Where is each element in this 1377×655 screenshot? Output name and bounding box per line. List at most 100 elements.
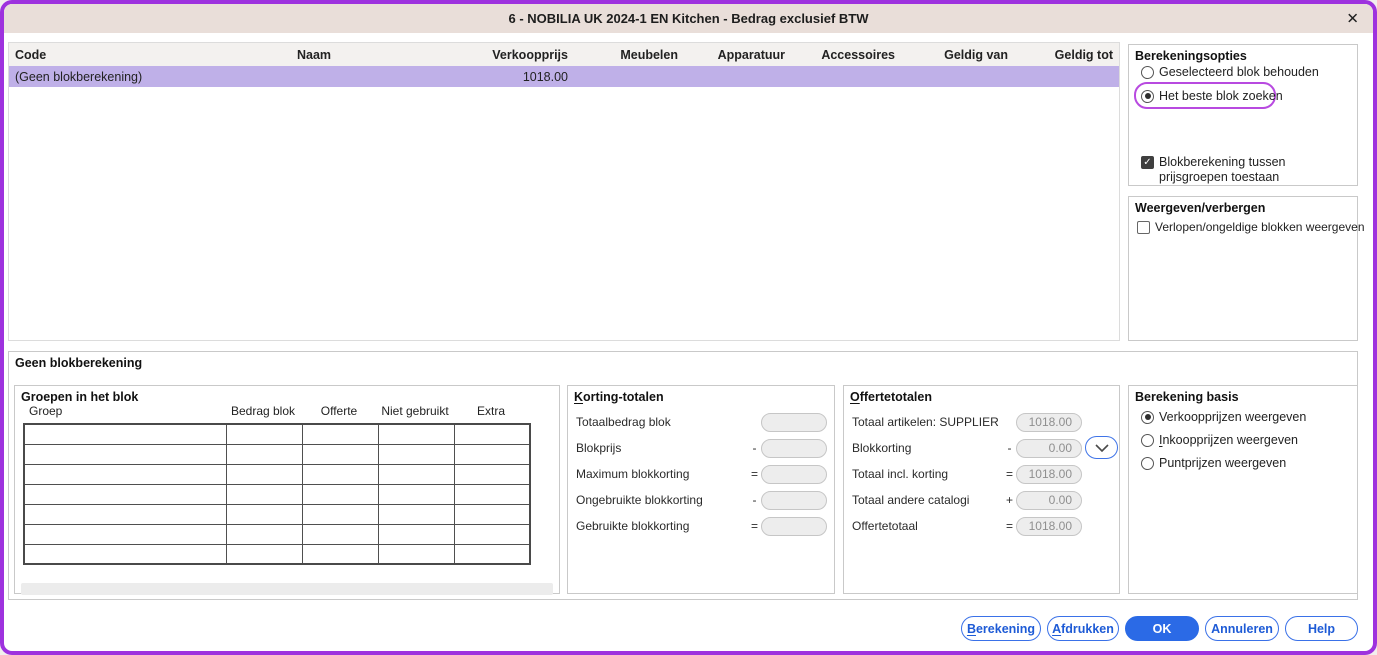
field-label: Totaalbedrag blok [576, 415, 748, 429]
field-label: Totaal incl. korting [852, 467, 1003, 481]
korting-row: Maximum blokkorting = [576, 464, 827, 484]
horizontal-scrollbar[interactable] [21, 583, 553, 595]
radio-icon-selected [1141, 411, 1154, 424]
block-list: Code Naam Verkoopprijs Meubelen Apparatu… [8, 42, 1120, 341]
berekening-basis-title: Berekening basis [1135, 390, 1239, 404]
blokprijs-field [761, 439, 827, 458]
field-label: Totaal artikelen: SUPPLIER [852, 415, 1003, 429]
totaal-incl-korting-field: 1018.00 [1016, 465, 1082, 484]
groepen-row [24, 424, 530, 444]
column-header-verkoopprijs: Verkoopprijs [419, 48, 574, 62]
radio-puntprijzen[interactable]: Puntprijzen weergeven [1141, 456, 1286, 470]
radio-geselecteerd-blok-behouden[interactable]: Geselecteerd blok behouden [1141, 65, 1319, 79]
checkbox-label: Blokberekening tussen prijsgroepen toest… [1159, 155, 1309, 185]
berekeningsopties-box: Berekeningsopties Geselecteerd blok beho… [1128, 44, 1358, 186]
offertetotalen-box: Offertetotalen Totaal artikelen: SUPPLIE… [843, 385, 1120, 594]
column-header-meubelen: Meubelen [574, 48, 684, 62]
offerte-row: Offertetotaal = 1018.00 [852, 516, 1082, 536]
groepen-row [24, 544, 530, 564]
checkbox-blokberekening-tussen[interactable]: ✓ Blokberekening tussen prijsgroepen toe… [1141, 155, 1309, 185]
radio-icon [1141, 457, 1154, 470]
berekeningsopties-title: Berekeningsopties [1135, 49, 1247, 63]
column-header-niet-gebruikt: Niet gebruikt [377, 404, 453, 418]
blok-status-label: Geen blokberekening [15, 356, 142, 370]
checkbox-icon-checked: ✓ [1141, 156, 1154, 169]
offerte-row: Blokkorting - 0.00 [852, 438, 1082, 458]
radio-label: Het beste blok zoeken [1159, 89, 1283, 103]
gebruikte-blokkorting-field [761, 517, 827, 536]
column-header-code: Code [9, 48, 209, 62]
ok-button[interactable]: OK [1125, 616, 1199, 641]
operator: - [1003, 441, 1016, 455]
radio-icon-selected [1141, 90, 1154, 103]
field-label: Blokprijs [576, 441, 748, 455]
column-header-geldig-tot: Geldig tot [1014, 48, 1119, 62]
column-header-offerte: Offerte [301, 404, 377, 418]
blokkorting-field: 0.00 [1016, 439, 1082, 458]
groepen-row [24, 444, 530, 464]
groepen-column-headers: Groep Bedrag blok Offerte Niet gebruikt … [23, 404, 529, 418]
dialog-window: 6 - NOBILIA UK 2024-1 EN Kitchen - Bedra… [0, 0, 1377, 655]
radio-label: Puntprijzen weergeven [1159, 456, 1286, 470]
field-label: Gebruikte blokkorting [576, 519, 748, 533]
groepen-row [24, 524, 530, 544]
korting-row: Ongebruikte blokkorting - [576, 490, 827, 510]
help-button[interactable]: Help [1285, 616, 1358, 641]
offerte-row: Totaal artikelen: SUPPLIER 1018.00 [852, 412, 1082, 432]
checkbox-label: Verlopen/ongeldige blokken weergeven [1155, 220, 1365, 234]
weergeven-title: Weergeven/verbergen [1135, 201, 1265, 215]
groepen-row [24, 504, 530, 524]
radio-icon [1141, 66, 1154, 79]
column-header-apparatuur: Apparatuur [684, 48, 791, 62]
operator: = [1003, 467, 1016, 481]
radio-inkoopprijzen[interactable]: Inkoopprijzen weergeven [1141, 433, 1298, 447]
annuleren-button[interactable]: Annuleren [1205, 616, 1279, 641]
offerte-row: Totaal incl. korting = 1018.00 [852, 464, 1082, 484]
blokkorting-dropdown-button[interactable] [1085, 436, 1118, 459]
operator: - [748, 441, 761, 455]
cell-verkoopprijs: 1018.00 [419, 70, 574, 84]
korting-row: Blokprijs - [576, 438, 827, 458]
radio-verkoopprijzen[interactable]: Verkoopprijzen weergeven [1141, 410, 1306, 424]
korting-row: Gebruikte blokkorting = [576, 516, 827, 536]
afdrukken-button[interactable]: Afdrukken [1047, 616, 1119, 641]
dialog-title: 6 - NOBILIA UK 2024-1 EN Kitchen - Bedra… [509, 11, 869, 26]
radio-label: Inkoopprijzen weergeven [1159, 433, 1298, 447]
groepen-table [23, 423, 531, 565]
block-list-header: Code Naam Verkoopprijs Meubelen Apparatu… [9, 43, 1119, 66]
checkbox-icon-unchecked [1137, 221, 1150, 234]
column-header-extra: Extra [453, 404, 529, 418]
checkbox-verlopen-blokken[interactable]: Verlopen/ongeldige blokken weergeven [1137, 220, 1365, 234]
berekening-button[interactable]: Berekening [961, 616, 1041, 641]
korting-row: Totaalbedrag blok [576, 412, 827, 432]
radio-icon [1141, 434, 1154, 447]
cell-code: (Geen blokberekening) [9, 70, 209, 84]
korting-totalen-box: Korting-totalen Totaalbedrag blok Blokpr… [567, 385, 835, 594]
korting-totalen-title: Korting-totalen [574, 390, 664, 404]
operator: - [748, 493, 761, 507]
titlebar: 6 - NOBILIA UK 2024-1 EN Kitchen - Bedra… [4, 4, 1373, 33]
radio-label: Verkoopprijzen weergeven [1159, 410, 1306, 424]
weergeven-box: Weergeven/verbergen Verlopen/ongeldige b… [1128, 196, 1358, 341]
groepen-title: Groepen in het blok [21, 390, 138, 404]
field-label: Totaal andere catalogi [852, 493, 1003, 507]
column-header-bedrag-blok: Bedrag blok [225, 404, 301, 418]
field-label: Blokkorting [852, 441, 1003, 455]
field-label: Offertetotaal [852, 519, 1003, 533]
totaal-andere-catalogi-field: 0.00 [1016, 491, 1082, 510]
block-list-selected-row[interactable]: (Geen blokberekening) 1018.00 [9, 66, 1119, 87]
offerte-row: Totaal andere catalogi + 0.00 [852, 490, 1082, 510]
column-header-geldig-van: Geldig van [901, 48, 1014, 62]
maximum-blokkorting-field [761, 465, 827, 484]
offertetotalen-title: Offertetotalen [850, 390, 932, 404]
groepen-row [24, 484, 530, 504]
radio-label: Geselecteerd blok behouden [1159, 65, 1319, 79]
close-icon[interactable]: ✕ [1346, 11, 1359, 26]
column-header-naam: Naam [209, 48, 419, 62]
field-label: Maximum blokkorting [576, 467, 748, 481]
button-bar: Berekening Afdrukken OK Annuleren Help [958, 616, 1358, 641]
groepen-row [24, 464, 530, 484]
offertetotaal-field: 1018.00 [1016, 517, 1082, 536]
radio-het-beste-blok-zoeken[interactable]: Het beste blok zoeken [1141, 89, 1283, 103]
column-header-accessoires: Accessoires [791, 48, 901, 62]
